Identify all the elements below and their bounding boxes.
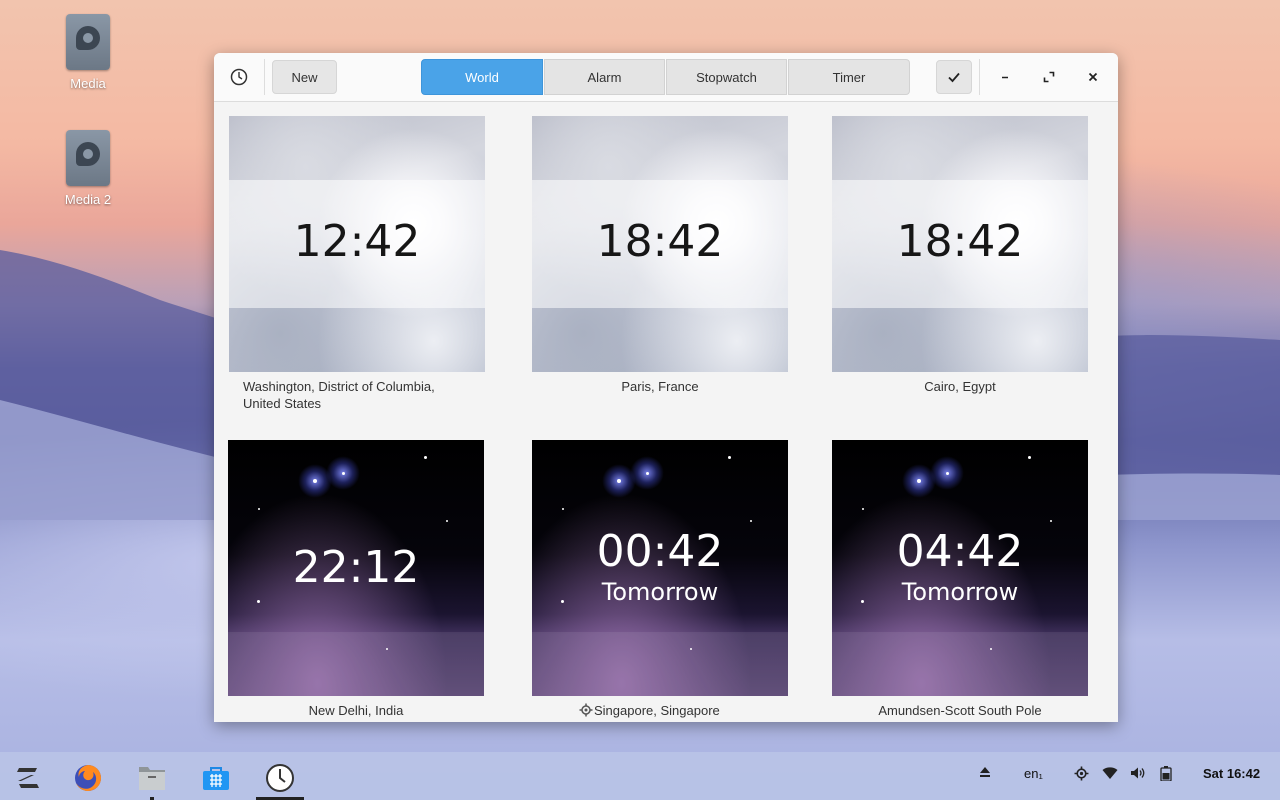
desktop-icon-media[interactable]: Media: [43, 14, 133, 91]
tab-timer[interactable]: Timer: [788, 59, 910, 95]
keyboard-layout-indicator[interactable]: en₁: [1024, 766, 1043, 781]
zorin-menu-icon: [17, 768, 39, 788]
clock-time: 18:42: [896, 216, 1024, 267]
clock-tile-paris[interactable]: 18:42: [532, 116, 788, 372]
close-icon: [1088, 72, 1098, 82]
close-button[interactable]: [1080, 64, 1106, 90]
clock-city-label: New Delhi, India: [308, 703, 404, 718]
clocks-taskbar-button[interactable]: [256, 758, 304, 798]
world-clock-grid: 12:42 Washington, District of Columbia, …: [214, 102, 1118, 722]
zorin-menu-button[interactable]: [4, 758, 52, 798]
firefox-button[interactable]: [64, 758, 112, 798]
clock-city-label: Paris, France: [621, 379, 699, 394]
clock-day-label: Tomorrow: [901, 578, 1019, 606]
new-button[interactable]: New: [272, 60, 337, 94]
clock-city-label: Cairo, Egypt: [924, 379, 996, 394]
clock-time: 22:12: [292, 542, 420, 593]
desktop-icon-label: Media: [70, 76, 106, 91]
firefox-icon: [75, 765, 101, 791]
desktop-icon-media-2[interactable]: Media 2: [43, 130, 133, 207]
drive-icon: [66, 130, 110, 186]
check-icon: [948, 72, 960, 83]
software-store-button[interactable]: [192, 758, 240, 798]
time-band: [832, 632, 1088, 696]
maximize-button[interactable]: [1036, 64, 1062, 90]
taskbar-clock[interactable]: Sat 16:42: [1203, 766, 1260, 781]
tab-alarm[interactable]: Alarm: [544, 59, 665, 95]
clocks-icon: [266, 764, 294, 792]
taskbar: en₁ Sat 16:42: [0, 752, 1280, 800]
clock-time: 12:42: [293, 216, 421, 267]
clock-day-label: Tomorrow: [601, 578, 719, 606]
location-icon: [1074, 766, 1089, 781]
time-band: [532, 632, 788, 696]
tab-stopwatch[interactable]: Stopwatch: [666, 59, 787, 95]
clock-tile-new-delhi[interactable]: 22:12: [228, 440, 484, 696]
battery-button[interactable]: [1160, 766, 1172, 784]
current-location-icon: [579, 703, 593, 717]
wifi-button[interactable]: [1102, 766, 1118, 783]
minimize-button[interactable]: [992, 64, 1018, 90]
files-button[interactable]: [128, 758, 176, 798]
battery-icon: [1160, 766, 1172, 782]
drive-icon: [66, 14, 110, 70]
location-button[interactable]: [1074, 766, 1089, 784]
clock-time: 18:42: [596, 216, 724, 267]
eject-button[interactable]: [979, 766, 991, 781]
clock-tile-washington[interactable]: 12:42: [229, 116, 485, 372]
clock-tile-south-pole[interactable]: 04:42 Tomorrow: [832, 440, 1088, 696]
volume-icon: [1131, 767, 1145, 779]
header-separator: [264, 59, 265, 95]
tab-world[interactable]: World: [421, 59, 543, 95]
clocks-window: New World Alarm Stopwatch Timer 12:42 Wa…: [214, 53, 1118, 722]
clock-city-label: Washington, District of Columbia, United…: [243, 379, 435, 411]
clock-city-label: Amundsen-Scott South Pole: [878, 703, 1042, 718]
software-store-icon: [203, 767, 229, 790]
wifi-icon: [1102, 767, 1118, 779]
volume-button[interactable]: [1130, 766, 1146, 783]
header-bar: New World Alarm Stopwatch Timer: [214, 53, 1118, 102]
minimize-icon: [1002, 76, 1008, 79]
time-band: [228, 632, 484, 696]
clock-city-label: Singapore, Singapore: [594, 703, 720, 718]
app-clock-icon: [230, 68, 248, 86]
eject-icon: [980, 767, 990, 777]
clock-time: 00:42: [596, 526, 724, 577]
clock-tile-cairo[interactable]: 18:42: [832, 116, 1088, 372]
clock-time: 04:42: [896, 526, 1024, 577]
clock-tile-singapore[interactable]: 00:42 Tomorrow: [532, 440, 788, 696]
files-icon: [139, 767, 165, 790]
maximize-icon: [1043, 71, 1055, 83]
select-button[interactable]: [936, 60, 972, 94]
header-separator: [979, 59, 980, 95]
desktop-icon-label: Media 2: [64, 192, 112, 207]
